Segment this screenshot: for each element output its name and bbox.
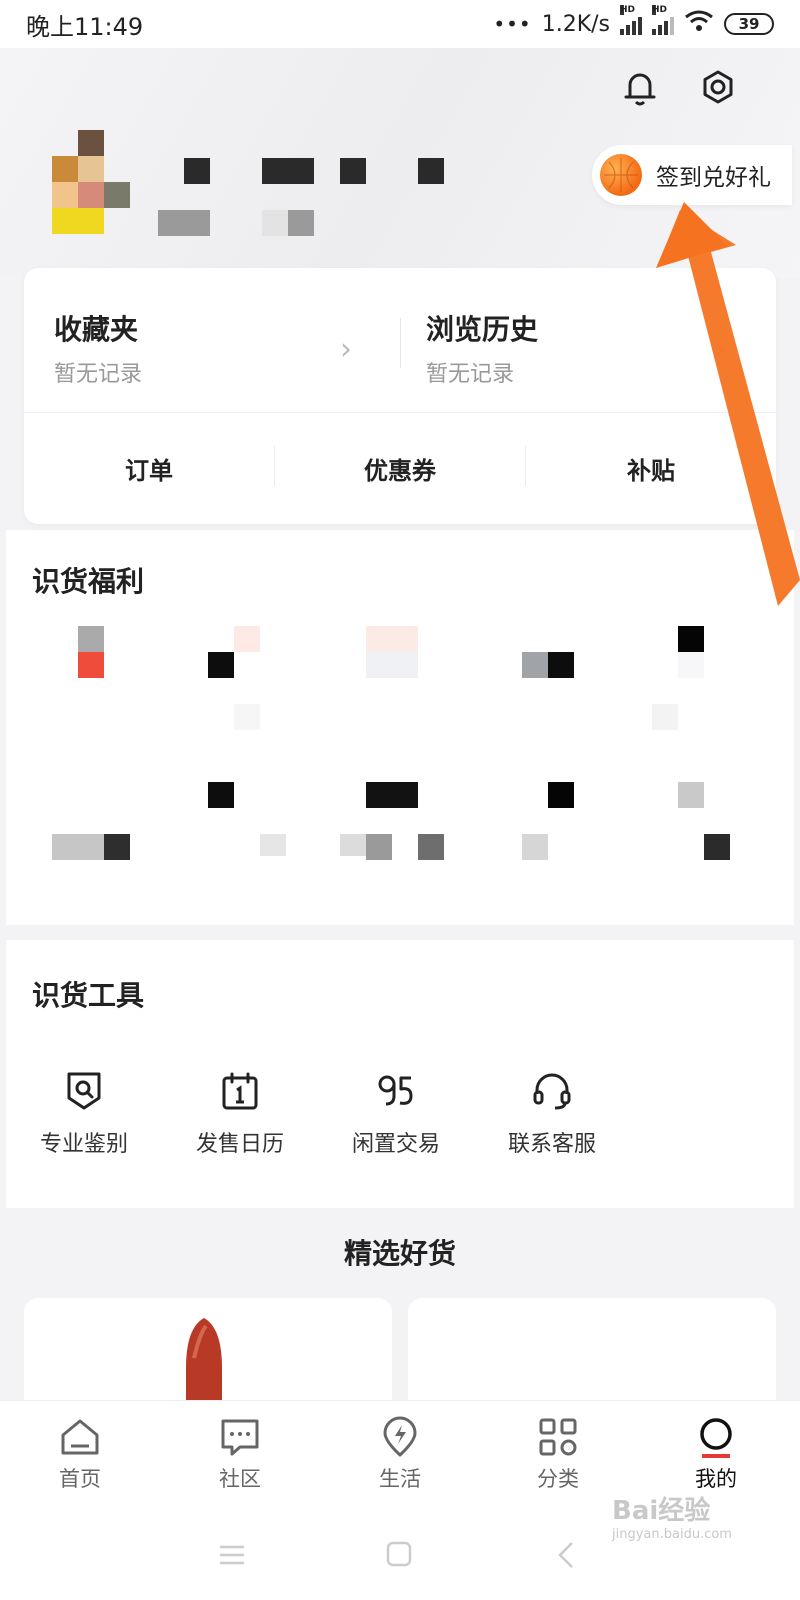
watermark: Bai经验 jingyan.baidu.com — [612, 1490, 732, 1542]
benefits-section: 识货福利 — [6, 530, 794, 925]
network-speed: 1.2K/s — [541, 11, 610, 37]
back-icon[interactable] — [558, 1542, 573, 1568]
checkin-button[interactable]: 签到兑好礼 — [592, 145, 792, 205]
status-bar: 晚上11:49 ••• 1.2K/s HD HD 39 — [0, 0, 800, 48]
tab-orders[interactable]: 订单 — [24, 412, 274, 524]
status-time: 晚上11:49 — [26, 12, 144, 41]
chevron-right-icon: › — [340, 332, 352, 367]
quick-access-card: 收藏夹 暂无记录 › 浏览历史 暂无记录 › 订单 优惠券 补贴 — [24, 268, 776, 524]
nav-home[interactable]: 首页 — [30, 1415, 130, 1493]
tools-section: 识货工具 专业鉴别 发售日历 闲置交易 联系客服 — [6, 940, 794, 1208]
home-icon — [61, 1419, 99, 1455]
favorites-subtitle: 暂无记录 — [54, 362, 143, 387]
tool-customer-service[interactable]: 联系客服 — [482, 1070, 622, 1158]
wifi-icon — [684, 10, 714, 38]
status-icons: ••• 1.2K/s HD HD 39 — [493, 5, 774, 38]
watermark-text: Bai经验 — [612, 1496, 711, 1526]
history-entry[interactable]: 浏览历史 暂无记录 — [426, 308, 538, 388]
tool-label: 闲置交易 — [351, 1132, 440, 1157]
bell-icon[interactable] — [618, 66, 662, 110]
search-shield-icon — [67, 1072, 101, 1110]
tool-release-calendar[interactable]: 发售日历 — [170, 1070, 310, 1158]
gear-icon[interactable] — [696, 66, 740, 110]
idle-95-icon — [378, 1075, 413, 1106]
dots-icon: ••• — [493, 12, 532, 36]
tool-label: 联系客服 — [507, 1132, 596, 1157]
basketball-icon — [600, 154, 642, 196]
nav-label: 分类 — [537, 1467, 579, 1491]
menu-icon[interactable] — [220, 1545, 244, 1565]
tools-title: 识货工具 — [32, 979, 145, 1012]
favorites-entry[interactable]: 收藏夹 暂无记录 — [54, 308, 142, 388]
home-square-icon[interactable] — [386, 1541, 412, 1567]
signal-icon: HD — [620, 5, 642, 35]
nav-label: 首页 — [59, 1467, 101, 1491]
tool-authentication[interactable]: 专业鉴别 — [14, 1070, 154, 1158]
signal-icon-2: HD — [652, 5, 674, 35]
calendar-icon — [222, 1072, 258, 1110]
checkin-label: 签到兑好礼 — [656, 165, 771, 191]
nav-profile[interactable]: 我的 — [666, 1415, 766, 1493]
grid-icon — [539, 1418, 577, 1456]
tool-label: 专业鉴别 — [39, 1132, 128, 1157]
headset-icon — [533, 1073, 571, 1110]
battery-icon: 39 — [724, 13, 774, 35]
favorites-title: 收藏夹 — [54, 313, 139, 346]
divider — [400, 318, 401, 368]
location-bolt-icon — [383, 1416, 417, 1457]
tab-subsidy[interactable]: 补贴 — [526, 412, 776, 524]
chat-icon — [221, 1419, 259, 1456]
nav-category[interactable]: 分类 — [508, 1415, 608, 1493]
tool-label: 发售日历 — [195, 1132, 284, 1157]
nav-label: 生活 — [379, 1467, 421, 1491]
benefits-title: 识货福利 — [32, 565, 145, 598]
watermark-sub: jingyan.baidu.com — [612, 1527, 732, 1542]
tab-coupons[interactable]: 优惠券 — [275, 412, 525, 524]
nav-community[interactable]: 社区 — [190, 1415, 290, 1493]
nav-label: 社区 — [219, 1467, 261, 1491]
profile-circle-icon — [700, 1418, 732, 1458]
history-subtitle: 暂无记录 — [426, 362, 515, 387]
avatar[interactable] — [52, 130, 132, 236]
nav-label: 我的 — [695, 1467, 737, 1491]
benefits-redacted-grid[interactable] — [6, 626, 794, 876]
profile-header: 签到兑好礼 — [0, 48, 800, 278]
history-title: 浏览历史 — [426, 313, 539, 346]
featured-title: 精选好货 — [343, 1237, 456, 1270]
chevron-right-icon: › — [714, 332, 726, 367]
nav-life[interactable]: 生活 — [350, 1415, 450, 1493]
tool-idle-trade[interactable]: 闲置交易 — [326, 1070, 466, 1158]
